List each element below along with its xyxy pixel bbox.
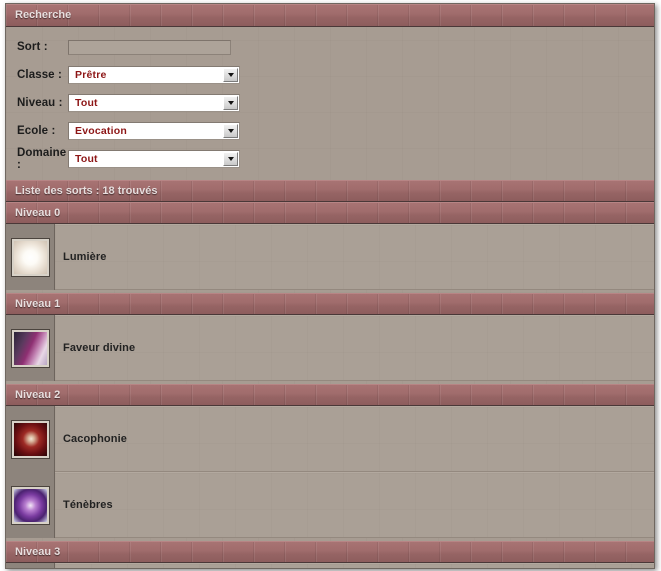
results-header: Liste des sorts : 18 trouvés: [6, 180, 654, 202]
spell-name-cell: Ténèbres: [55, 472, 654, 538]
level-section-header: Niveau 2: [6, 384, 654, 406]
spell-search-page: Recherche Sort : Classe : Prêtre Niveau …: [5, 3, 655, 569]
field-row-ecole: Ecole : Evocation: [6, 117, 654, 145]
chevron-down-icon[interactable]: [223, 124, 238, 138]
field-row-sort: Sort :: [6, 33, 654, 61]
spell-name-cell: Faveur divine: [55, 315, 654, 381]
label-niveau: Niveau :: [17, 97, 63, 109]
search-form: Sort : Classe : Prêtre Niveau : Tout Eco…: [6, 27, 654, 180]
spell-icon-cell: [6, 472, 55, 538]
cacophony-ear-icon[interactable]: [10, 419, 50, 459]
field-row-niveau: Niveau : Tout: [6, 89, 654, 117]
level-section-title: Niveau 1: [15, 298, 61, 310]
chevron-down-icon[interactable]: [223, 152, 238, 166]
spell-row[interactable]: Ténèbres: [6, 472, 654, 538]
spell-name[interactable]: Cacophonie: [63, 433, 127, 445]
spell-results-list: Niveau 0 Lumière Niveau 1 Faveur divine Nive…: [6, 202, 654, 568]
spell-name[interactable]: Lumière: [63, 251, 107, 263]
select-ecole[interactable]: Evocation: [68, 122, 240, 140]
application-window: Recherche Sort : Classe : Prêtre Niveau …: [0, 0, 661, 571]
light-burst-icon[interactable]: [10, 237, 50, 277]
level-section-title: Niveau 2: [15, 389, 61, 401]
label-domaine: Domaine :: [17, 147, 67, 171]
select-ecole-value: Evocation: [75, 125, 127, 137]
select-niveau-value: Tout: [75, 97, 98, 109]
search-panel-title: Recherche: [15, 9, 72, 21]
field-row-domaine: Domaine : Tout: [6, 145, 654, 173]
label-classe: Classe :: [17, 69, 62, 81]
level-section-title: Niveau 3: [15, 546, 61, 558]
spell-row[interactable]: Cacophonie: [6, 406, 654, 472]
spell-row[interactable]: Lumière brûlanteSoleil: [6, 563, 654, 568]
select-classe-value: Prêtre: [75, 69, 107, 81]
field-row-classe: Classe : Prêtre: [6, 61, 654, 89]
spell-name-cell: Cacophonie: [55, 406, 654, 472]
spell-name-cell: Lumière: [55, 224, 654, 290]
search-input-sort[interactable]: [68, 39, 231, 55]
chevron-down-icon[interactable]: [223, 68, 238, 82]
spell-icon-cell: [6, 406, 55, 472]
label-sort: Sort :: [17, 41, 48, 53]
spell-icon-cell: [6, 563, 55, 568]
level-section-header: Niveau 3: [6, 541, 654, 563]
select-niveau[interactable]: Tout: [68, 94, 240, 112]
level-section-header: Niveau 0: [6, 202, 654, 224]
results-title: Liste des sorts : 18 trouvés: [15, 185, 158, 197]
spell-icon-cell: [6, 224, 55, 290]
select-domaine[interactable]: Tout: [68, 150, 240, 168]
level-section-header: Niveau 1: [6, 293, 654, 315]
select-classe[interactable]: Prêtre: [68, 66, 240, 84]
chevron-down-icon[interactable]: [223, 96, 238, 110]
select-domaine-value: Tout: [75, 153, 98, 165]
darkness-mandala-icon[interactable]: [10, 485, 50, 525]
divine-favor-icon[interactable]: [10, 328, 50, 368]
search-panel-header: Recherche: [6, 4, 654, 27]
spell-name[interactable]: Faveur divine: [63, 342, 135, 354]
level-section-title: Niveau 0: [15, 207, 61, 219]
spell-name-cell: Lumière brûlanteSoleil: [55, 563, 654, 568]
spell-icon-cell: [6, 315, 55, 381]
spell-row[interactable]: Faveur divine: [6, 315, 654, 381]
spell-name[interactable]: Ténèbres: [63, 499, 113, 511]
spell-row[interactable]: Lumière: [6, 224, 654, 290]
label-ecole: Ecole :: [17, 125, 56, 137]
